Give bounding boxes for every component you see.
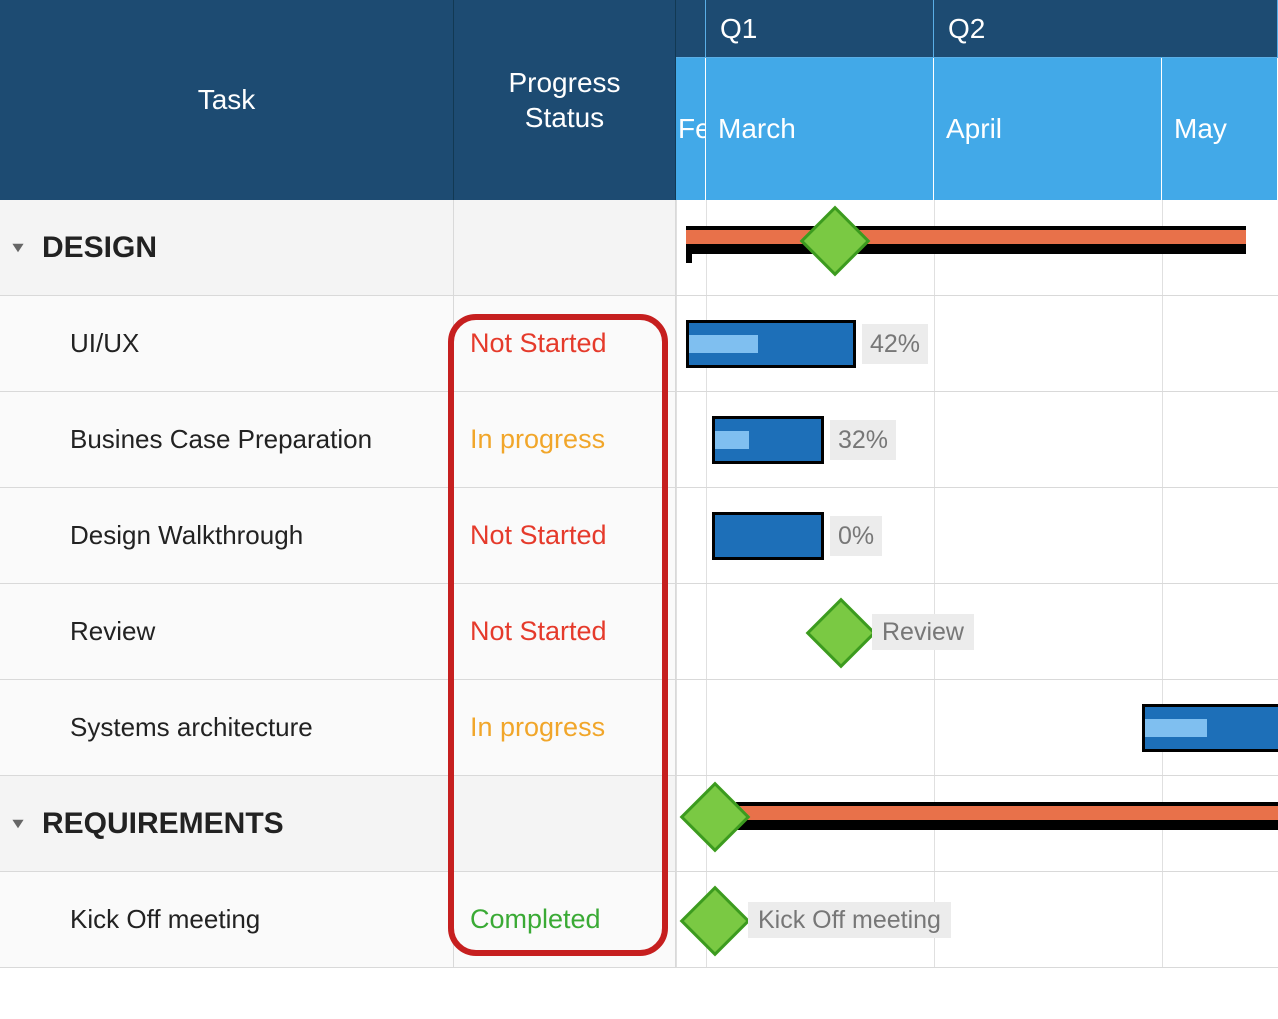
quarter-cell-q2: Q2 — [934, 0, 1278, 58]
task-name: Busines Case Preparation — [70, 424, 372, 455]
milestone-diamond-icon[interactable] — [806, 598, 877, 669]
timeline-cell[interactable] — [676, 200, 1278, 296]
progress-label: 42% — [862, 324, 928, 364]
month-label: April — [946, 113, 1002, 145]
milestone-diamond-icon[interactable] — [800, 206, 871, 277]
progress-label: 0% — [830, 516, 882, 556]
status-text: Not Started — [470, 328, 607, 359]
month-label: March — [718, 113, 796, 145]
quarter-label: Q2 — [948, 13, 985, 45]
task-name: REQUIREMENTS — [42, 807, 284, 841]
status-text: In progress — [470, 424, 605, 455]
timeline-cell[interactable]: 0% — [676, 488, 1278, 584]
chevron-down-icon[interactable] — [10, 816, 26, 832]
quarter-cell-q1-partial — [676, 0, 706, 58]
task-bar[interactable] — [712, 416, 824, 464]
progress-label: 32% — [830, 420, 896, 460]
timeline-cell[interactable] — [676, 680, 1278, 776]
month-label: May — [1174, 113, 1227, 145]
summary-bar[interactable] — [686, 226, 1246, 254]
month-cell-feb: Fe — [676, 58, 706, 200]
task-bar[interactable] — [686, 320, 856, 368]
milestone-label: Review — [872, 614, 974, 650]
task-name: UI/UX — [70, 328, 139, 359]
status-cell[interactable]: Not Started — [454, 584, 676, 680]
task-cell[interactable]: Design Walkthrough — [0, 488, 454, 584]
status-text: In progress — [470, 712, 605, 743]
month-cell-march: March — [706, 58, 934, 200]
gantt-grid: Task Progress Status Q1 Q2 Fe March Apri… — [0, 0, 1278, 968]
status-cell[interactable]: Not Started — [454, 296, 676, 392]
status-cell[interactable]: Completed — [454, 872, 676, 968]
gantt-view: Task Progress Status Q1 Q2 Fe March Apri… — [0, 0, 1278, 1019]
task-bar[interactable] — [712, 512, 824, 560]
status-cell[interactable]: In progress — [454, 680, 676, 776]
status-cell[interactable]: Not Started — [454, 488, 676, 584]
task-cell[interactable]: Busines Case Preparation — [0, 392, 454, 488]
column-header-task[interactable]: Task — [0, 0, 454, 200]
task-name: Systems architecture — [70, 712, 313, 743]
task-name: Review — [70, 616, 155, 647]
quarter-label: Q1 — [720, 13, 757, 45]
task-name: Kick Off meeting — [70, 904, 260, 935]
chevron-down-icon[interactable] — [10, 240, 26, 256]
task-bar[interactable] — [1142, 704, 1278, 752]
task-cell[interactable]: UI/UX — [0, 296, 454, 392]
month-cell-may: May — [1162, 58, 1278, 200]
task-cell[interactable]: Systems architecture — [0, 680, 454, 776]
header-status-label: Progress Status — [508, 65, 620, 135]
status-cell[interactable] — [454, 776, 676, 872]
header-task-label: Task — [198, 84, 256, 116]
timeline-cell[interactable]: 32% — [676, 392, 1278, 488]
summary-bar[interactable] — [736, 802, 1278, 830]
status-cell[interactable]: In progress — [454, 392, 676, 488]
task-cell-requirements[interactable]: REQUIREMENTS — [0, 776, 454, 872]
status-text: Completed — [470, 904, 601, 935]
milestone-diamond-icon[interactable] — [680, 782, 751, 853]
task-cell[interactable]: Review — [0, 584, 454, 680]
timeline-cell[interactable]: Kick Off meeting — [676, 872, 1278, 968]
column-header-status[interactable]: Progress Status — [454, 0, 676, 200]
timeline-cell[interactable]: 42% — [676, 296, 1278, 392]
task-name: Design Walkthrough — [70, 520, 303, 551]
milestone-label: Kick Off meeting — [748, 902, 951, 938]
milestone-diamond-icon[interactable] — [680, 886, 751, 957]
status-text: Not Started — [470, 520, 607, 551]
timeline-cell[interactable] — [676, 776, 1278, 872]
timeline-cell[interactable]: Review — [676, 584, 1278, 680]
column-header-timeline[interactable]: Q1 Q2 Fe March April May — [676, 0, 1278, 200]
quarter-cell-q1: Q1 — [706, 0, 934, 58]
task-cell-design[interactable]: DESIGN — [0, 200, 454, 296]
status-text: Not Started — [470, 616, 607, 647]
month-cell-april: April — [934, 58, 1162, 200]
status-cell[interactable] — [454, 200, 676, 296]
task-name: DESIGN — [42, 231, 157, 265]
task-cell[interactable]: Kick Off meeting — [0, 872, 454, 968]
